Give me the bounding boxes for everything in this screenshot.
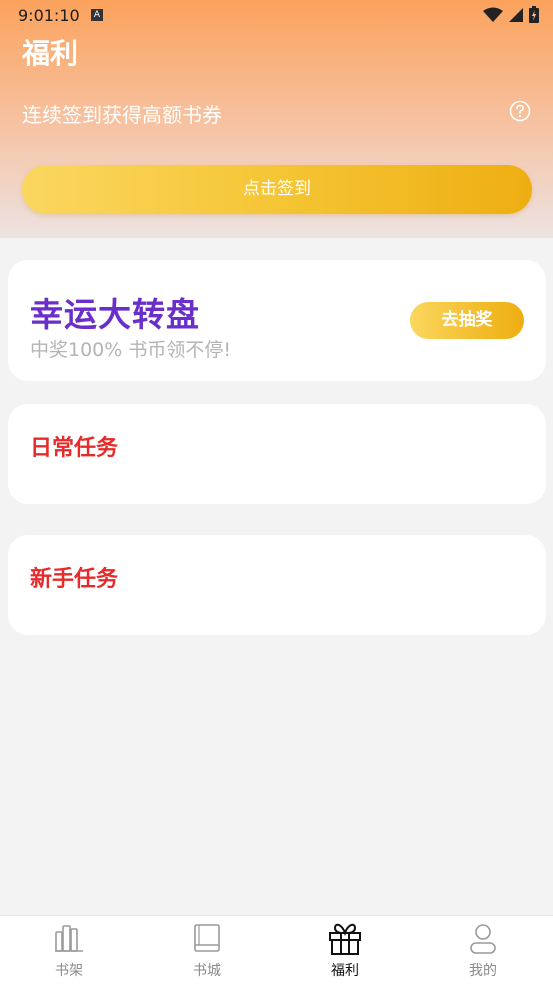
help-icon[interactable] (509, 100, 531, 122)
lottery-subtitle: 中奖100% 书币领不停! (30, 339, 231, 361)
status-icons (483, 6, 539, 23)
signal-icon (509, 7, 523, 22)
tab-welfare[interactable]: 福利 (276, 916, 414, 985)
tab-bookstore[interactable]: 书城 (138, 916, 276, 985)
daily-tasks-title: 日常任务 (30, 436, 119, 461)
lottery-card[interactable]: 幸运大转盘 中奖100% 书币领不停! 去抽奖 (8, 260, 546, 381)
tab-label: 福利 (331, 963, 359, 979)
wifi-icon (483, 7, 503, 22)
battery-icon (529, 6, 539, 23)
newbie-tasks-card: 新手任务 (8, 535, 546, 635)
gift-icon (329, 923, 361, 955)
status-time: 9:01:10 (18, 6, 80, 25)
bookshelf-icon (55, 925, 83, 952)
signin-button[interactable]: 点击签到 (22, 165, 532, 214)
tab-bookshelf[interactable]: 书架 (0, 916, 138, 985)
bottom-tab-bar: 书架 书城 福利 我的 (0, 915, 553, 985)
tab-mine[interactable]: 我的 (414, 916, 552, 985)
status-bar: 9:01:10 A (0, 0, 553, 30)
newbie-tasks-title: 新手任务 (30, 567, 119, 592)
page-title: 福利 (22, 37, 79, 70)
tab-label: 我的 (469, 963, 497, 979)
lottery-title: 幸运大转盘 (30, 295, 200, 334)
notification-a-icon: A (91, 9, 103, 21)
header: 9:01:10 A 福利 连续签到获得高额书券 点击签到 (0, 0, 553, 238)
book-icon (194, 924, 220, 952)
signin-subtitle: 连续签到获得高额书券 (22, 103, 222, 127)
tab-label: 书城 (193, 963, 221, 979)
daily-tasks-card: 日常任务 (8, 404, 546, 504)
person-icon (470, 924, 496, 954)
lottery-button[interactable]: 去抽奖 (410, 302, 524, 339)
tab-label: 书架 (55, 963, 83, 979)
